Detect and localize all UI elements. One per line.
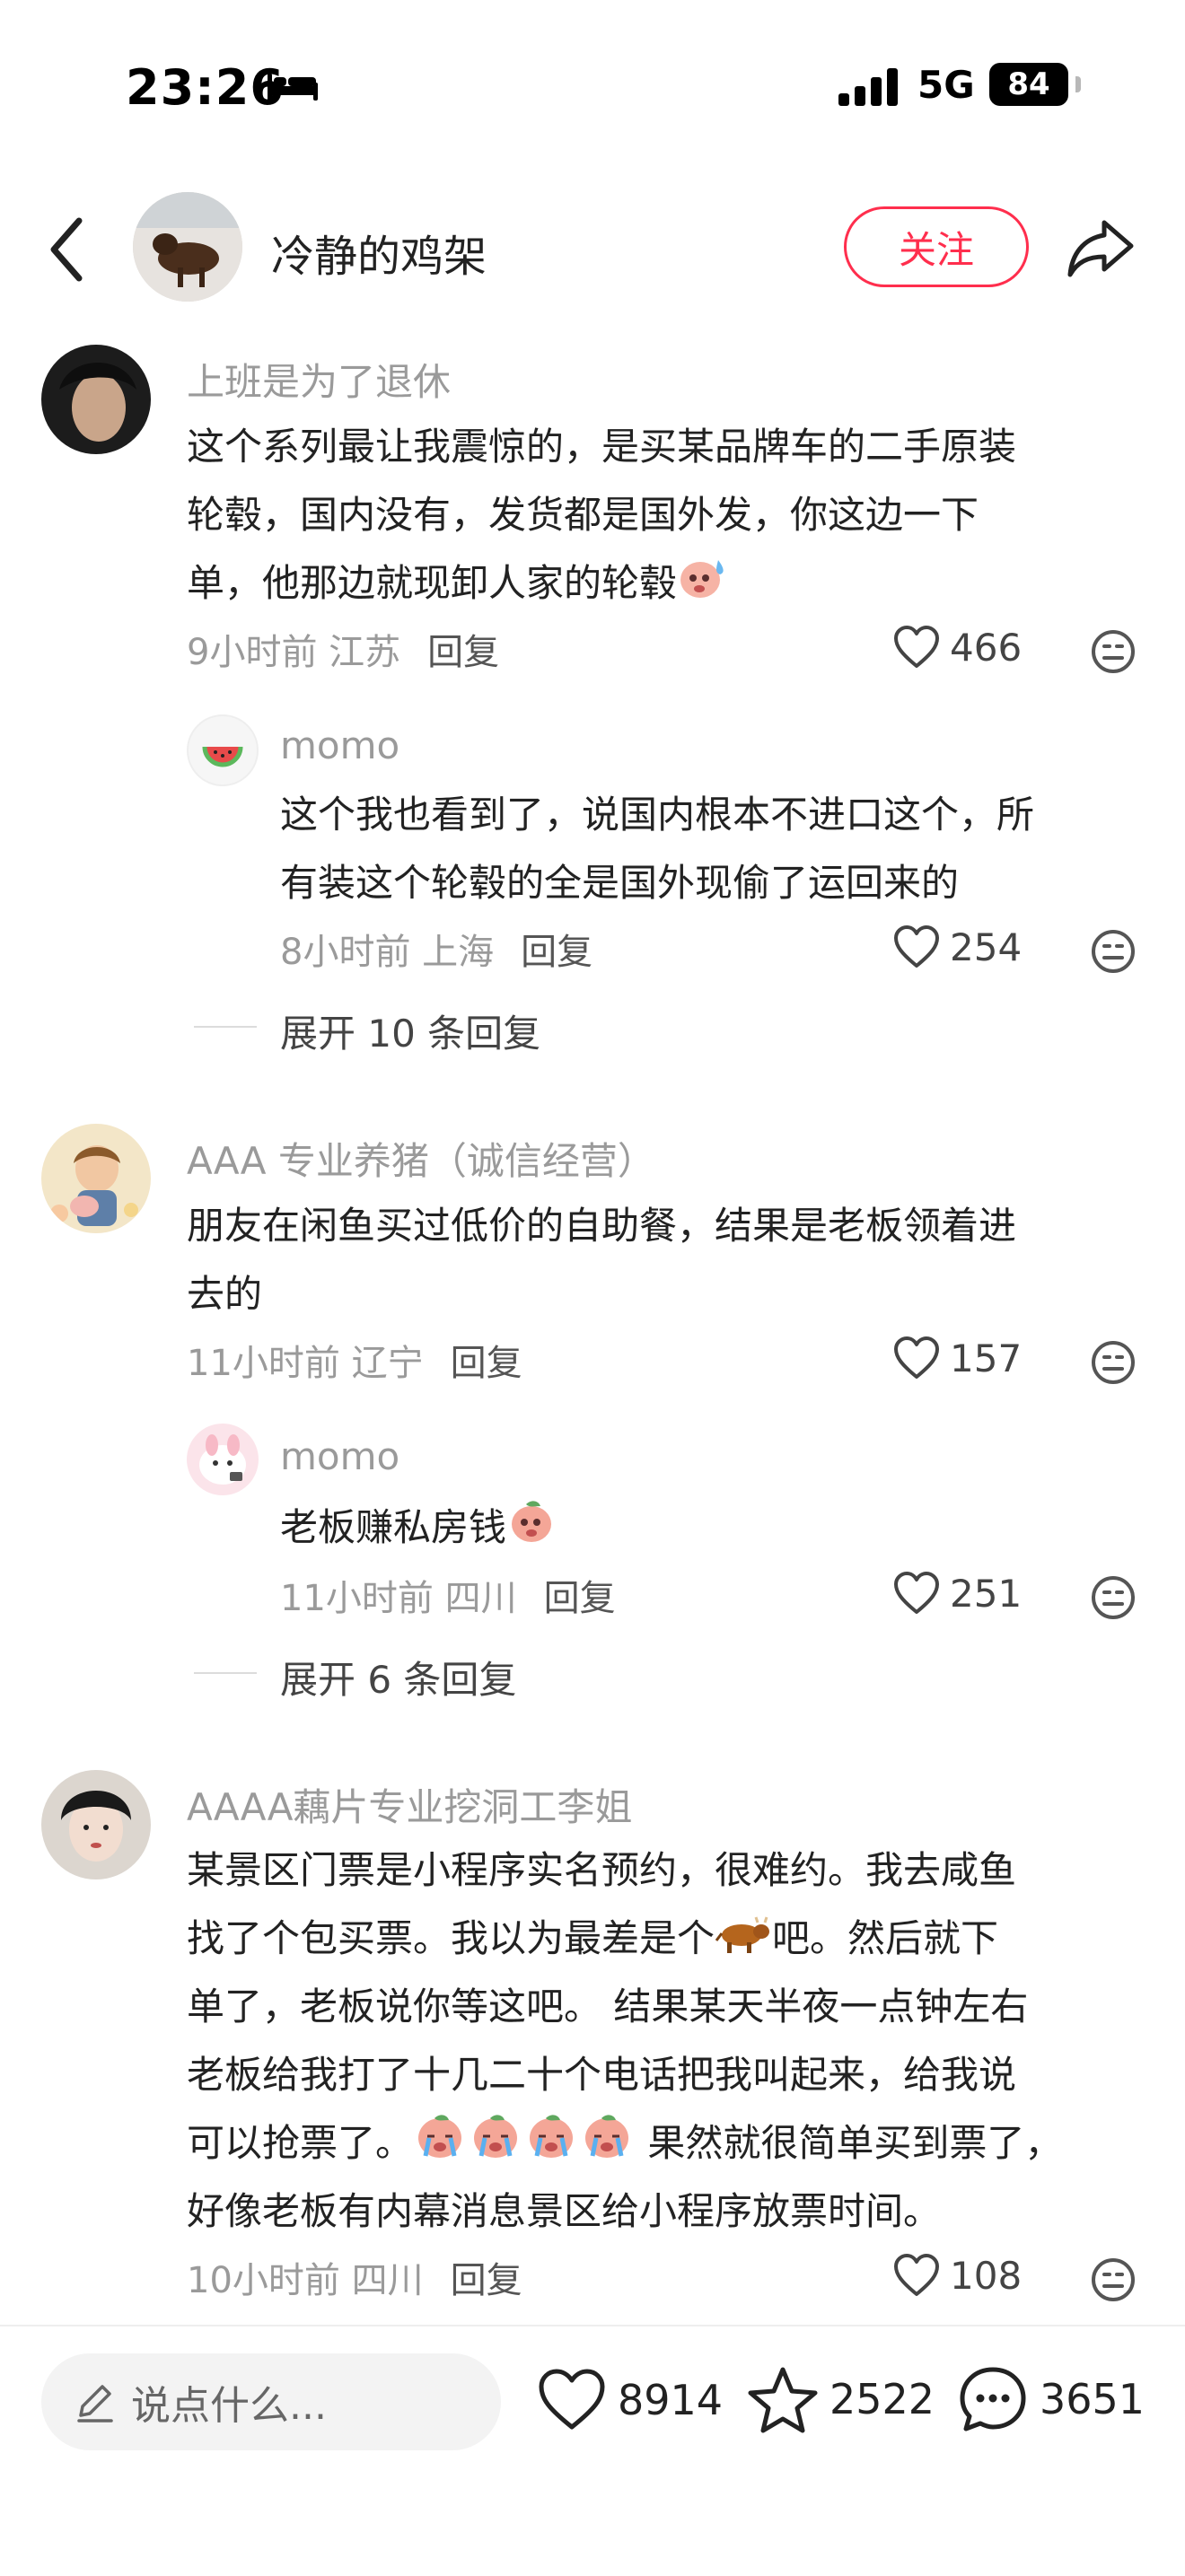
peach-face-emoji-icon xyxy=(512,1501,552,1542)
reply-button[interactable]: 回复 xyxy=(544,1578,616,1619)
signal-icon xyxy=(838,68,898,106)
like-count: 251 xyxy=(950,1571,1023,1616)
star-icon xyxy=(748,2367,818,2433)
reply-text: 这个我也看到了，说国内根本不进口这个，所 有装这个轮毂的全是国外现偷了运回来的 xyxy=(280,793,1035,905)
comment-text: 朋友在闲鱼买过低价的自助餐，结果是老板领着进 去的 xyxy=(187,1204,1017,1316)
follow-button[interactable]: 关注 xyxy=(844,206,1029,287)
reply-username[interactable]: momo xyxy=(280,723,399,767)
network-type: 5G xyxy=(917,63,975,107)
like-count: 254 xyxy=(950,924,1023,969)
dislike-face-icon[interactable] xyxy=(1090,628,1137,675)
reply-button[interactable]: 回复 xyxy=(521,932,592,973)
comment-avatar[interactable] xyxy=(41,1124,151,1233)
author-name[interactable]: 冷静的鸡架 xyxy=(271,221,487,284)
favorite-button[interactable]: 2522 xyxy=(747,2364,935,2434)
heart-icon xyxy=(894,626,939,668)
like-button[interactable]: 254 xyxy=(892,924,1022,969)
comment-username[interactable]: 上班是为了退休 xyxy=(187,352,451,407)
reply-avatar[interactable] xyxy=(187,714,259,786)
author-avatar[interactable] xyxy=(133,192,242,302)
post-like-count: 8914 xyxy=(618,2376,724,2424)
dislike-face-icon[interactable] xyxy=(1090,2256,1137,2303)
heart-icon xyxy=(894,1572,939,1614)
reply-button[interactable]: 回复 xyxy=(427,632,499,673)
crying-face-emoji-icon xyxy=(585,2115,629,2158)
comment-avatar[interactable] xyxy=(41,345,151,454)
like-button[interactable]: 108 xyxy=(892,2253,1022,2298)
like-count: 157 xyxy=(950,1336,1023,1380)
reply-username[interactable]: momo xyxy=(280,1434,399,1478)
dislike-face-icon[interactable] xyxy=(1090,1339,1137,1386)
heart-icon xyxy=(539,2369,605,2430)
favorite-count: 2522 xyxy=(830,2375,935,2423)
divider xyxy=(194,1672,257,1674)
reply-button[interactable]: 回复 xyxy=(451,1343,522,1384)
comment-bubble-icon xyxy=(960,2367,1026,2431)
like-button[interactable]: 157 xyxy=(892,1336,1022,1380)
heart-icon xyxy=(894,1336,939,1379)
divider xyxy=(194,1026,257,1028)
pencil-icon xyxy=(77,2385,113,2423)
reply-text: 老板赚私房钱 xyxy=(280,1494,557,1562)
crying-emoji-row xyxy=(413,2115,636,2165)
dislike-face-icon[interactable] xyxy=(1090,928,1137,975)
sweat-face-emoji-icon xyxy=(680,560,724,598)
like-button[interactable]: 251 xyxy=(892,1571,1022,1616)
crying-face-emoji-icon xyxy=(474,2115,518,2158)
expand-replies-button[interactable]: 展开 10 条回复 xyxy=(280,1003,540,1058)
dislike-face-icon[interactable] xyxy=(1090,1574,1137,1621)
reply-meta: 8小时前 上海 回复 xyxy=(280,932,593,973)
back-arrow-icon[interactable] xyxy=(41,212,95,287)
reply-avatar[interactable] xyxy=(187,1424,259,1495)
reply-button[interactable]: 回复 xyxy=(451,2260,522,2301)
comment-meta: 9小时前 江苏 回复 xyxy=(187,632,500,673)
comment-text: 这个系列最让我震惊的，是买某品牌车的二手原装 轮毂，国内没有，发货都是国外发，你… xyxy=(187,425,1017,605)
battery-level: 84 xyxy=(989,63,1068,106)
comment-meta: 11小时前 辽宁 回复 xyxy=(187,1343,522,1384)
comment-avatar[interactable] xyxy=(41,1770,151,1879)
like-count: 108 xyxy=(950,2253,1023,2298)
crying-face-emoji-icon xyxy=(530,2115,574,2158)
like-post-button[interactable]: 8914 xyxy=(537,2368,723,2432)
share-icon[interactable] xyxy=(1065,215,1137,280)
expand-replies-button[interactable]: 展开 6 条回复 xyxy=(280,1650,516,1704)
comments-button[interactable]: 3651 xyxy=(957,2364,1145,2434)
status-time: 23:26 xyxy=(126,59,285,116)
like-button[interactable]: 466 xyxy=(892,625,1022,670)
crying-face-emoji-icon xyxy=(418,2115,462,2158)
cow-emoji-icon xyxy=(715,1916,770,1953)
heart-icon xyxy=(894,925,939,968)
like-count: 466 xyxy=(950,625,1023,670)
comment-username[interactable]: AAA 专业养猪（诚信经营） xyxy=(187,1131,655,1186)
reply-meta: 11小时前 四川 回复 xyxy=(280,1578,616,1619)
comment-input[interactable]: 说点什么... xyxy=(41,2353,501,2450)
comment-count: 3651 xyxy=(1040,2375,1146,2423)
comment-username[interactable]: AAAA藕片专业挖洞工李姐 xyxy=(187,1777,632,1832)
heart-icon xyxy=(894,2254,939,2296)
comment-input-placeholder: 说点什么... xyxy=(131,2383,327,2429)
bed-icon xyxy=(268,74,318,101)
battery-icon: 84 xyxy=(989,63,1081,108)
comment-text: 某景区门票是小程序实名预约，很难约。我去咸鱼 找了个包买票。我以为最差是个 吧。然… xyxy=(187,1848,1063,2233)
comment-meta: 10小时前 四川 回复 xyxy=(187,2260,522,2301)
